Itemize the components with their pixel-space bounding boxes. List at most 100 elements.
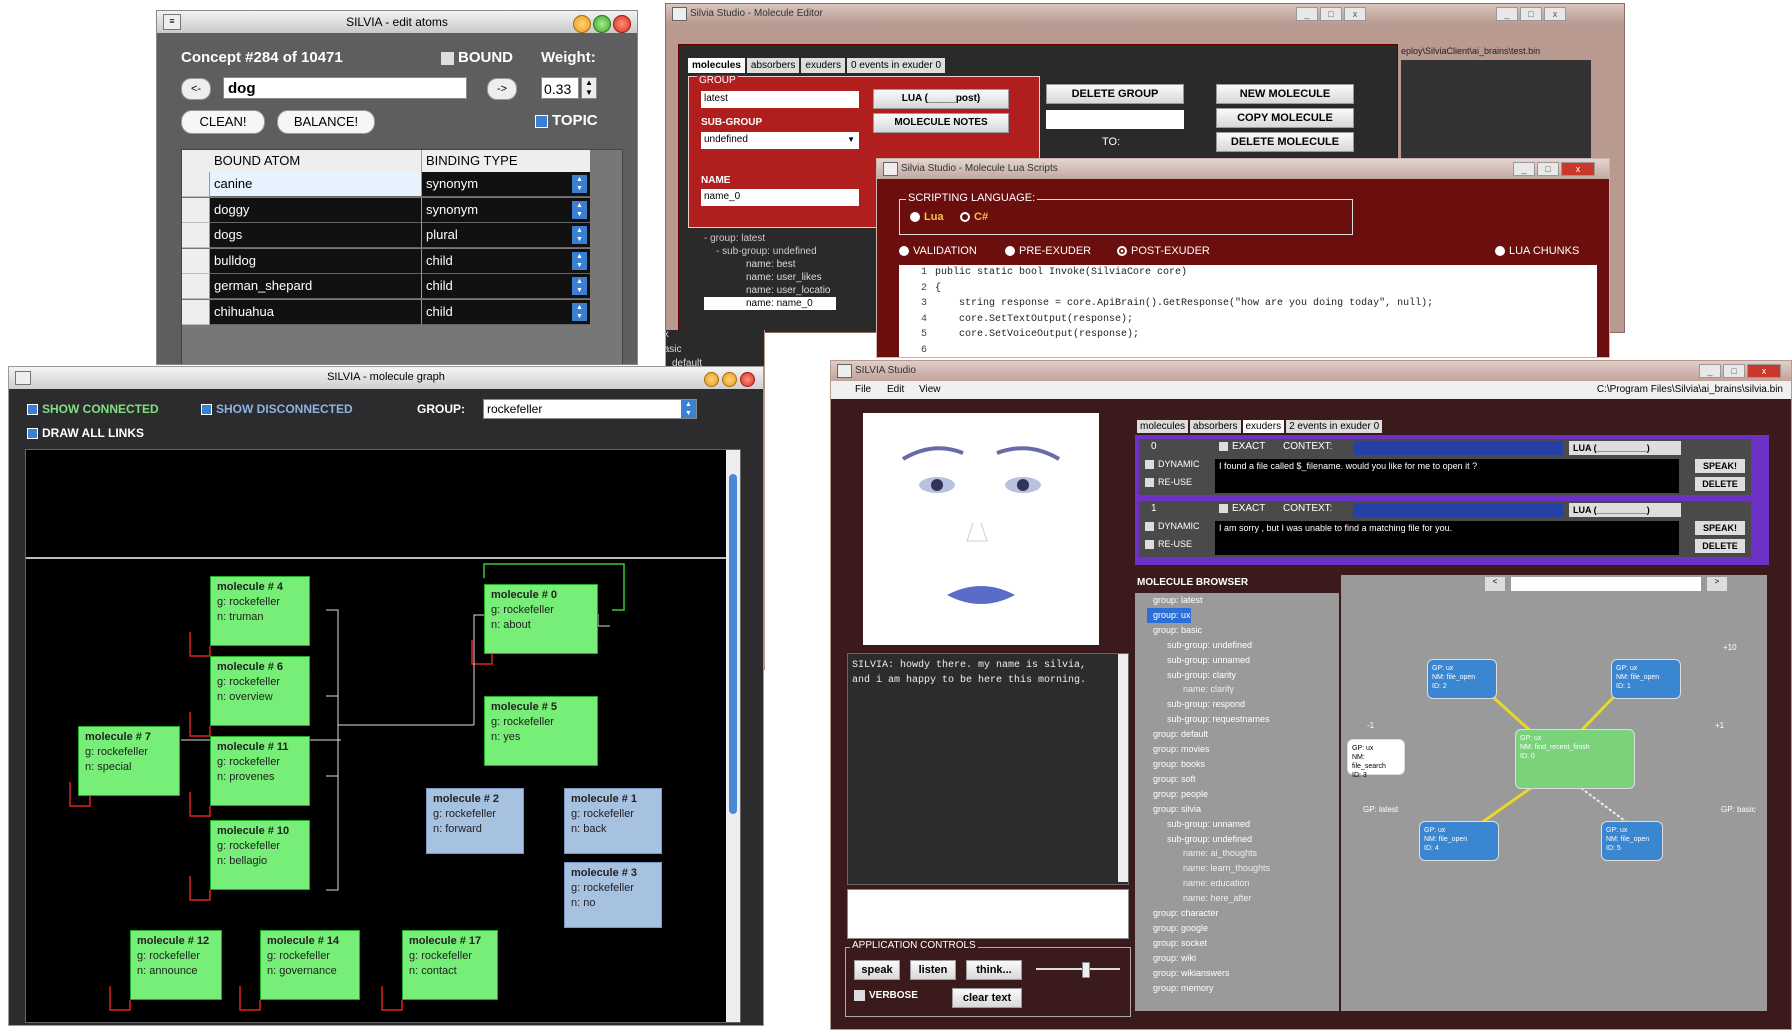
browser-tree-item[interactable]: name: education <box>1147 876 1339 891</box>
bound-atom-cell[interactable]: canine <box>210 172 422 197</box>
exuder-text[interactable]: I found a file called $_filename. would … <box>1215 459 1679 493</box>
browser-tree-item[interactable]: group: books <box>1147 757 1339 772</box>
lua-button[interactable]: LUA (__________) <box>1569 441 1681 455</box>
copy-molecule-button[interactable]: COPY MOLECULE <box>1216 108 1354 128</box>
browser-tree-item[interactable]: group: google <box>1147 921 1339 936</box>
molecule-node[interactable]: molecule # 2 g: rockefeller n: forward <box>426 788 524 854</box>
molecule-node[interactable]: molecule # 0 g: rockefeller n: about <box>484 584 598 654</box>
new-molecule-button[interactable]: NEW MOLECULE <box>1216 84 1354 104</box>
browser-tree-item[interactable]: group: wiki <box>1147 951 1339 966</box>
prev-concept-button[interactable]: <- <box>181 78 211 100</box>
exact-checkbox[interactable]: EXACT <box>1219 441 1265 452</box>
row-handle[interactable] <box>182 197 210 223</box>
browser-tree-item[interactable]: name: clarify <box>1147 682 1339 697</box>
close-icon[interactable]: x <box>1344 7 1366 21</box>
graph-node[interactable]: GP: ux NM: file_open ID: 5 <box>1601 821 1663 861</box>
table-row[interactable]: canine synonym ▲ ▼ <box>182 172 590 197</box>
clean-button[interactable]: CLEAN! <box>181 110 265 134</box>
column-header-bound-atom[interactable]: BOUND ATOM <box>210 150 422 172</box>
show-connected-checkbox[interactable]: SHOW CONNECTED <box>27 402 159 416</box>
browser-tree-item[interactable]: sub-group: unnamed <box>1147 653 1339 668</box>
lua-post-button[interactable]: LUA (_____post) <box>873 89 1009 109</box>
tab-molecules[interactable]: molecules <box>1137 420 1189 433</box>
editor-molecule-tree[interactable]: - group: latest - sub-group: undefined n… <box>704 232 854 310</box>
column-header-binding-type[interactable]: BINDING TYPE <box>422 150 590 172</box>
maximize-icon[interactable]: □ <box>1537 162 1559 176</box>
dynamic-checkbox[interactable]: DYNAMIC <box>1145 459 1200 470</box>
tab-absorbers[interactable]: absorbers <box>746 58 800 73</box>
next-concept-button[interactable]: -> <box>487 78 517 100</box>
graph-node[interactable]: GP: ux NM: file_open ID: 2 <box>1427 659 1497 699</box>
window-menu-icon[interactable] <box>672 7 687 21</box>
select-arrows-icon[interactable]: ▲ ▼ <box>572 226 587 244</box>
delete-button[interactable]: DELETE <box>1695 539 1745 553</box>
check-icon[interactable] <box>27 404 38 416</box>
minimize-icon[interactable] <box>704 372 719 387</box>
verbose-checkbox[interactable]: VERBOSE <box>854 990 918 1001</box>
maximize-icon-2[interactable]: □ <box>1520 7 1542 21</box>
exact-checkbox[interactable]: EXACT <box>1219 503 1265 514</box>
atom-input[interactable]: dog <box>223 77 467 99</box>
tab-events[interactable]: 2 events in exuder 0 <box>1286 420 1383 433</box>
tree-item[interactable]: name: name_0 <box>704 297 836 310</box>
row-handle[interactable] <box>182 299 210 325</box>
browser-tree-item[interactable]: sub-group: unnamed <box>1147 817 1339 832</box>
row-handle[interactable] <box>182 274 210 299</box>
radio-selected-icon[interactable] <box>910 212 920 223</box>
browser-tree-item[interactable]: sub-group: clarity <box>1147 668 1339 683</box>
maximize-icon[interactable]: □ <box>1723 364 1745 378</box>
graph-scrollbar[interactable] <box>726 450 740 1022</box>
browser-tree-item[interactable]: name: learn_thoughts <box>1147 861 1339 876</box>
lua-chunks-radio[interactable]: LUA CHUNKS <box>1495 245 1579 257</box>
radio-icon[interactable] <box>1005 246 1015 257</box>
browser-tree-item[interactable]: group: memory <box>1147 981 1339 996</box>
graph-node[interactable]: GP: ux NM: find_recent_finish ID: 0 <box>1515 729 1635 789</box>
minimize-icon-2[interactable]: _ <box>1496 7 1518 21</box>
molecule-node[interactable]: molecule # 14 g: rockefeller n: governance <box>260 930 360 1000</box>
binding-type-cell[interactable]: child ▲ ▼ <box>422 248 590 274</box>
scroll-thumb[interactable] <box>729 474 737 814</box>
show-disconnected-checkbox[interactable]: SHOW DISCONNECTED <box>201 402 353 416</box>
close-icon[interactable] <box>613 15 631 33</box>
bound-atom-cell[interactable]: dogs <box>210 223 422 248</box>
browser-tree-item[interactable]: name: ai_thoughts <box>1147 846 1339 861</box>
molecule-node[interactable]: molecule # 12 g: rockefeller n: announce <box>130 930 222 1000</box>
tree-item[interactable]: name: user_locatio <box>704 284 854 297</box>
table-row[interactable]: german_shepard child ▲ ▼ <box>182 274 590 299</box>
browser-tree-item[interactable]: group: wikianswers <box>1147 966 1339 981</box>
molecule-browser[interactable]: group: latest group: ux group: basic sub-gr… <box>1135 593 1339 1011</box>
molecule-node[interactable]: molecule # 6 g: rockefeller n: overview <box>210 656 310 726</box>
console-scrollbar[interactable] <box>1118 654 1128 882</box>
check-icon[interactable] <box>1145 522 1154 532</box>
tab-exuders[interactable]: exuders <box>1242 420 1285 433</box>
maximize-icon[interactable] <box>722 372 737 387</box>
browser-tree-item[interactable]: group: latest <box>1147 593 1339 608</box>
molecule-node[interactable]: molecule # 4 g: rockefeller n: truman <box>210 576 310 646</box>
radio-icon[interactable] <box>899 246 909 257</box>
binding-type-cell[interactable]: child ▲ ▼ <box>422 299 590 325</box>
tab-molecules[interactable]: molecules <box>688 58 745 73</box>
molecule-node[interactable]: molecule # 5 g: rockefeller n: yes <box>484 696 598 766</box>
radio-icon[interactable] <box>960 212 970 223</box>
volume-slider[interactable] <box>1036 962 1120 978</box>
browser-tree-item[interactable]: name: here_after <box>1147 891 1339 906</box>
table-row[interactable]: bulldog child ▲ ▼ <box>182 248 590 274</box>
context-input[interactable] <box>1353 441 1563 455</box>
exuder-text[interactable]: I am sorry , but I was unable to find a … <box>1215 521 1679 555</box>
check-icon[interactable] <box>1145 460 1154 470</box>
post-exuder-radio[interactable]: POST-EXUDER <box>1117 245 1210 257</box>
bound-atom-cell[interactable]: bulldog <box>210 248 422 274</box>
molecule-node[interactable]: molecule # 3 g: rockefeller n: no <box>564 862 662 928</box>
molecule-node[interactable]: molecule # 7 g: rockefeller n: special <box>78 726 180 796</box>
browser-tree-item[interactable]: group: people <box>1147 787 1339 802</box>
lang-lua-radio[interactable]: Lua <box>910 211 944 223</box>
close-icon-2[interactable]: x <box>1544 7 1566 21</box>
browser-tree-item[interactable]: group: character <box>1147 906 1339 921</box>
group-input[interactable]: latest <box>701 91 859 108</box>
browser-tree-item[interactable]: sub-group: undefined <box>1147 638 1339 653</box>
topic-check-icon[interactable] <box>535 114 548 128</box>
delete-button[interactable]: DELETE <box>1695 477 1745 491</box>
browser-tree-item[interactable]: group: soft <box>1147 772 1339 787</box>
clear-text-button[interactable]: clear text <box>952 988 1022 1008</box>
table-row[interactable]: chihuahua child ▲ ▼ <box>182 299 590 325</box>
